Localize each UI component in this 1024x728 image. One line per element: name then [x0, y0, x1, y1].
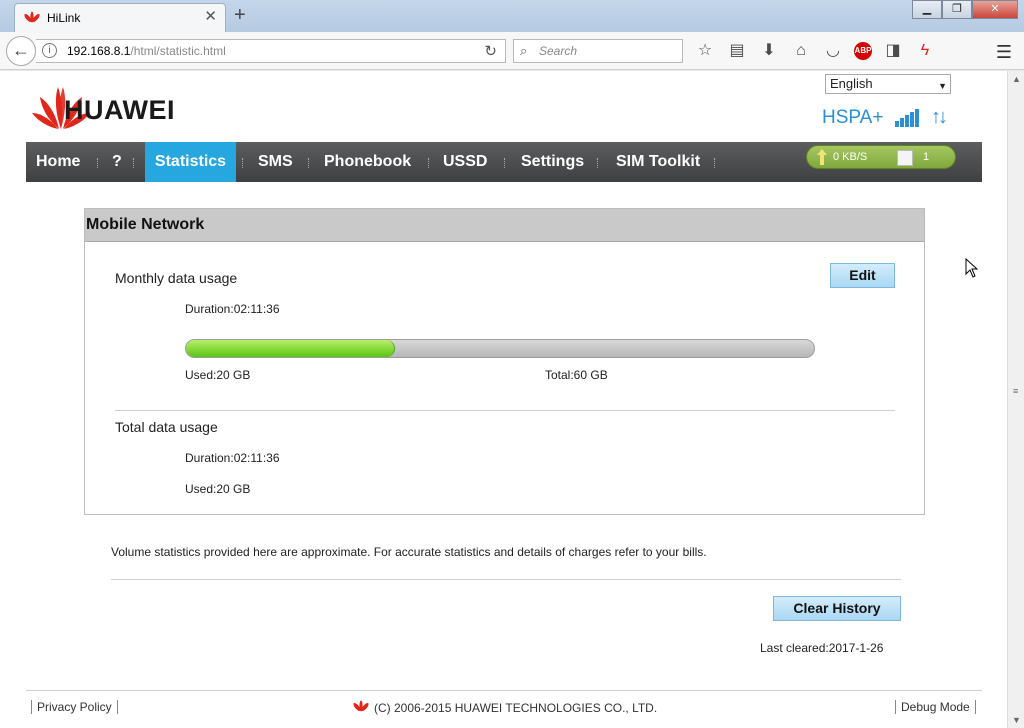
scroll-grip-icon[interactable]: ≡	[1013, 386, 1018, 396]
close-window-icon[interactable]: ✕	[972, 0, 1018, 19]
huawei-favicon-icon	[24, 11, 40, 23]
last-cleared-text: Last cleared:2017-1-26	[760, 641, 884, 655]
tab-strip: HiLink ✕ + ▁ ❐ ✕	[0, 0, 1024, 32]
download-icon[interactable]: ⬇	[758, 40, 780, 62]
sms-icon[interactable]	[897, 150, 913, 166]
tab-close-icon[interactable]: ✕	[204, 9, 217, 25]
browser-toolbar: ☆ ▤ ⬇ ⌂ ◡ ABP ◨ ϟ	[694, 40, 936, 62]
nav-phonebook[interactable]: Phonebook	[324, 142, 411, 182]
monthly-used: Used:20 GB	[185, 368, 251, 382]
nav-ussd[interactable]: USSD	[443, 142, 487, 182]
bookmark-star-icon[interactable]: ☆	[694, 40, 716, 62]
back-arrow-icon[interactable]: ←	[6, 36, 36, 66]
debug-mode-link[interactable]: Debug Mode	[895, 700, 976, 714]
total-used: Used:20 GB	[185, 482, 251, 496]
monthly-duration: Duration:02:11:36	[185, 302, 280, 316]
nav-separator	[428, 158, 429, 168]
menu-icon[interactable]: ☰	[996, 42, 1012, 63]
nav-sim-toolkit[interactable]: SIM Toolkit	[616, 142, 700, 182]
new-tab-icon[interactable]: +	[234, 4, 246, 26]
nav-sms[interactable]: SMS	[258, 142, 293, 182]
divider	[111, 579, 901, 580]
brand-name: HUAWEI	[64, 95, 175, 125]
url-path: /html/statistic.html	[130, 44, 226, 58]
footer-copyright: (C) 2006-2015 HUAWEI TECHNOLOGIES CO., L…	[352, 700, 657, 715]
pocket-icon[interactable]: ◡	[822, 40, 844, 62]
url-text: 192.168.8.1/html/statistic.html	[67, 44, 226, 58]
network-type: HSPA+	[822, 107, 884, 128]
browser-navbar: ← i 192.168.8.1/html/statistic.html ↻ ⌕ …	[0, 32, 1024, 70]
nav-settings[interactable]: Settings	[521, 142, 584, 182]
search-input[interactable]: ⌕ Search	[513, 39, 683, 63]
browser-tab[interactable]: HiLink ✕	[14, 3, 226, 32]
vertical-scrollbar[interactable]: ▲ ≡ ▼	[1007, 71, 1024, 728]
tab-title: HiLink	[47, 11, 81, 25]
mobile-network-panel: Mobile Network Monthly data usage Edit D…	[84, 208, 925, 515]
search-placeholder: Search	[539, 44, 578, 58]
speed-value: 0 KB/S	[833, 151, 868, 163]
edit-button[interactable]: Edit	[830, 263, 895, 288]
language-select[interactable]: English ▼	[825, 74, 951, 94]
nav-separator	[714, 158, 715, 168]
status-indicator: 0 KB/S 1	[806, 145, 956, 169]
nav-separator	[308, 158, 309, 168]
total-duration: Duration:02:11:36	[185, 451, 280, 465]
language-value: English	[830, 76, 873, 91]
scroll-up-icon[interactable]: ▲	[1012, 74, 1021, 84]
huawei-small-logo-icon	[353, 700, 369, 712]
mouse-cursor-icon	[965, 258, 979, 278]
main-nav: Home ? Statistics SMS Phonebook USSD Set…	[26, 142, 982, 182]
reload-icon[interactable]: ↻	[484, 42, 497, 60]
reading-list-icon[interactable]: ▤	[726, 40, 748, 62]
privacy-policy-link[interactable]: Privacy Policy	[31, 700, 118, 714]
copyright-text: (C) 2006-2015 HUAWEI TECHNOLOGIES CO., L…	[374, 701, 658, 715]
window-controls: ▁ ❐ ✕	[912, 0, 1018, 20]
panel-title: Mobile Network	[85, 209, 924, 242]
nav-statistics[interactable]: Statistics	[145, 142, 236, 182]
nav-separator	[97, 158, 98, 168]
browser-chrome: HiLink ✕ + ▁ ❐ ✕ ← i 192.168.8.1/html/st…	[0, 0, 1024, 71]
usage-progress-bar	[185, 339, 815, 358]
nav-separator	[597, 158, 598, 168]
nav-separator	[133, 158, 134, 168]
statistics-notice: Volume statistics provided here are appr…	[111, 545, 707, 559]
monthly-total: Total:60 GB	[545, 368, 608, 382]
maximize-icon[interactable]: ❐	[942, 0, 972, 19]
clear-history-button[interactable]: Clear History	[773, 596, 901, 621]
search-icon: ⌕	[520, 43, 528, 58]
shield-icon[interactable]: ◨	[882, 40, 904, 62]
monthly-usage-label: Monthly data usage	[115, 270, 238, 286]
url-host: 192.168.8.1	[67, 44, 131, 58]
adblock-icon[interactable]: ABP	[854, 42, 872, 60]
scroll-down-icon[interactable]: ▼	[1012, 715, 1021, 725]
speed-icon	[817, 149, 827, 165]
footer-divider	[26, 690, 982, 691]
minimize-icon[interactable]: ▁	[912, 0, 942, 19]
page: HUAWEI English ▼ HSPA+ ↑↓ Home ? Statist…	[0, 71, 1007, 728]
chevron-down-icon: ▼	[938, 81, 947, 91]
data-transfer-icon: ↑↓	[931, 106, 948, 128]
divider	[115, 410, 895, 411]
home-icon[interactable]: ⌂	[790, 40, 812, 62]
nav-separator	[242, 158, 243, 168]
nav-help[interactable]: ?	[112, 142, 122, 182]
nav-separator	[504, 158, 505, 168]
info-icon[interactable]: i	[42, 43, 57, 58]
sms-count: 1	[923, 151, 930, 163]
usage-progress-fill	[186, 340, 396, 357]
flash-icon[interactable]: ϟ	[914, 40, 936, 62]
url-bar[interactable]: i 192.168.8.1/html/statistic.html ↻	[36, 39, 506, 63]
nav-home[interactable]: Home	[36, 142, 80, 182]
total-usage-label: Total data usage	[115, 419, 218, 435]
signal-strength-icon	[895, 109, 919, 127]
